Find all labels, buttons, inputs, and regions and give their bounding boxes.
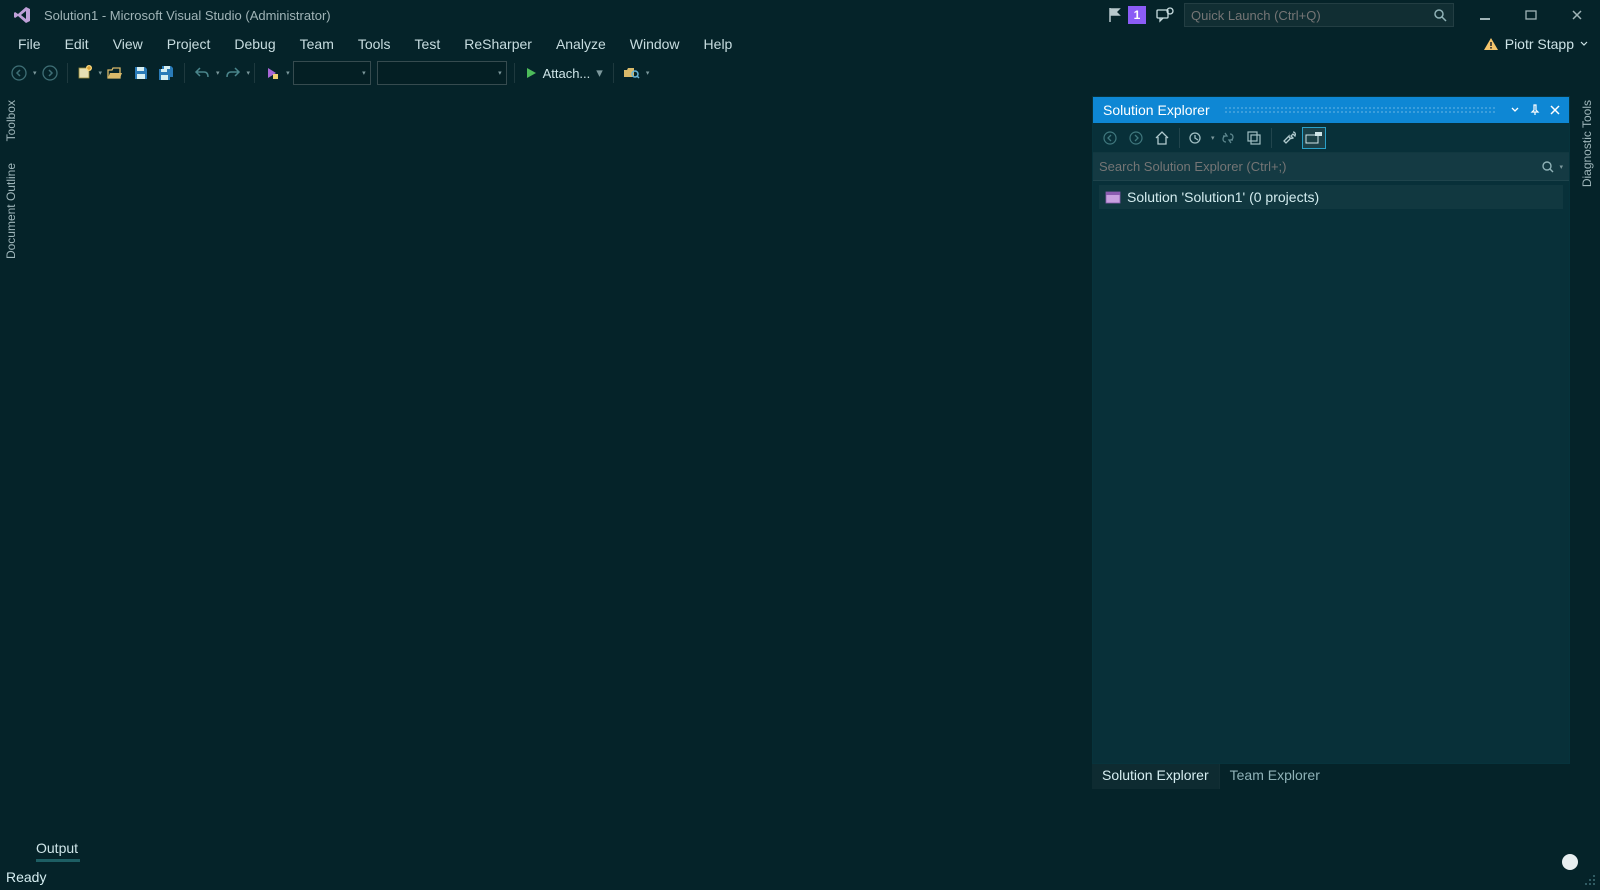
menu-tools[interactable]: Tools xyxy=(346,32,403,56)
solution-root-node[interactable]: Solution 'Solution1' (0 projects) xyxy=(1099,185,1563,209)
panel-grip-icon[interactable] xyxy=(1224,106,1495,114)
minimize-button[interactable] xyxy=(1462,0,1508,30)
menu-file[interactable]: File xyxy=(6,32,53,56)
redo-button[interactable] xyxy=(220,60,246,86)
undo-button[interactable] xyxy=(189,60,215,86)
pin-icon[interactable] xyxy=(1525,98,1545,122)
find-in-files-button[interactable] xyxy=(618,60,644,86)
open-file-button[interactable] xyxy=(102,60,128,86)
close-icon[interactable] xyxy=(1545,98,1565,122)
resize-grip-icon[interactable] xyxy=(1584,874,1596,886)
back-icon[interactable] xyxy=(1097,125,1123,151)
vs-logo-icon xyxy=(10,3,34,27)
toolbar-overflow-icon[interactable]: ▾ xyxy=(646,69,650,77)
search-icon xyxy=(1433,8,1447,22)
start-debug-button[interactable] xyxy=(259,60,285,86)
solution-explorer-panel: Solution Explorer ▾ xyxy=(1092,96,1570,764)
redo-dropdown-icon[interactable]: ▾ xyxy=(247,69,251,77)
solution-explorer-titlebar[interactable]: Solution Explorer xyxy=(1093,97,1569,123)
search-icon xyxy=(1541,160,1555,174)
chevron-down-icon xyxy=(1580,41,1588,47)
sync-icon[interactable] xyxy=(1215,125,1241,151)
menu-test[interactable]: Test xyxy=(403,32,453,56)
output-tab-underline xyxy=(36,859,80,862)
attach-label: Attach... xyxy=(543,66,591,81)
feedback-icon[interactable] xyxy=(1156,7,1174,23)
menu-window[interactable]: Window xyxy=(618,32,692,56)
menu-edit[interactable]: Edit xyxy=(53,32,101,56)
menu-help[interactable]: Help xyxy=(692,32,745,56)
statusbar: Ready xyxy=(0,864,1600,890)
pending-changes-filter-icon[interactable] xyxy=(1184,125,1210,151)
quick-launch-input[interactable] xyxy=(1191,8,1429,23)
nav-forward-button[interactable] xyxy=(37,60,63,86)
tab-team-explorer[interactable]: Team Explorer xyxy=(1219,763,1330,789)
status-text: Ready xyxy=(6,869,46,885)
status-spinner-icon xyxy=(1562,854,1578,870)
menu-analyze[interactable]: Analyze xyxy=(544,32,618,56)
save-all-button[interactable] xyxy=(154,60,180,86)
maximize-button[interactable] xyxy=(1508,0,1554,30)
menu-team[interactable]: Team xyxy=(288,32,346,56)
solution-explorer-toolbar: ▾ xyxy=(1093,123,1569,153)
solution-explorer-tree[interactable]: Solution 'Solution1' (0 projects) xyxy=(1093,181,1569,763)
solution-explorer-search[interactable]: ▾ xyxy=(1093,153,1569,181)
preview-selected-items-button[interactable] xyxy=(1302,127,1326,149)
solution-config-combo[interactable]: ▾ xyxy=(293,61,371,85)
window-title: Solution1 - Microsoft Visual Studio (Adm… xyxy=(44,8,331,23)
titlebar: Solution1 - Microsoft Visual Studio (Adm… xyxy=(0,0,1600,30)
menubar: File Edit View Project Debug Team Tools … xyxy=(0,30,1600,58)
explorer-tabs: Solution Explorer Team Explorer xyxy=(1092,763,1570,789)
right-tool-rail: Diagnostic Tools xyxy=(1576,92,1600,201)
menu-debug[interactable]: Debug xyxy=(222,32,287,56)
save-button[interactable] xyxy=(128,60,154,86)
properties-icon[interactable] xyxy=(1276,125,1302,151)
attach-process-button[interactable]: Attach... ▾ xyxy=(519,65,609,81)
panel-dropdown-icon[interactable] xyxy=(1505,98,1525,122)
solution-explorer-search-input[interactable] xyxy=(1099,159,1541,174)
toolbar: ▾ ▾ ▾ xyxy=(0,58,1600,88)
start-debug-dropdown-icon[interactable]: ▾ xyxy=(286,69,290,77)
nav-back-button[interactable] xyxy=(6,60,32,86)
warning-icon xyxy=(1483,37,1499,51)
solution-root-label: Solution 'Solution1' (0 projects) xyxy=(1127,189,1319,205)
menu-view[interactable]: View xyxy=(101,32,155,56)
solution-icon xyxy=(1105,190,1121,204)
solution-explorer-title: Solution Explorer xyxy=(1103,102,1210,118)
notification-flag-icon[interactable] xyxy=(1108,7,1122,23)
output-tab[interactable]: Output xyxy=(36,840,78,856)
notification-badge[interactable]: 1 xyxy=(1128,6,1146,24)
new-project-button[interactable] xyxy=(72,60,98,86)
quick-launch-box[interactable] xyxy=(1184,3,1454,27)
left-tool-rail: Toolbox Document Outline xyxy=(0,92,24,273)
solution-platform-combo[interactable]: ▾ xyxy=(377,61,507,85)
tab-solution-explorer[interactable]: Solution Explorer xyxy=(1092,763,1219,789)
forward-icon[interactable] xyxy=(1123,125,1149,151)
menu-resharper[interactable]: ReSharper xyxy=(452,32,544,56)
toolbox-tab[interactable]: Toolbox xyxy=(0,92,22,149)
search-options-dropdown-icon[interactable]: ▾ xyxy=(1559,163,1563,171)
account-name: Piotr Stapp xyxy=(1505,36,1574,52)
diagnostic-tools-tab[interactable]: Diagnostic Tools xyxy=(1576,92,1598,195)
account-menu[interactable]: Piotr Stapp xyxy=(1483,30,1588,58)
collapse-all-icon[interactable] xyxy=(1241,125,1267,151)
document-outline-tab[interactable]: Document Outline xyxy=(0,155,22,267)
home-icon[interactable] xyxy=(1149,125,1175,151)
close-button[interactable] xyxy=(1554,0,1600,30)
menu-project[interactable]: Project xyxy=(155,32,223,56)
